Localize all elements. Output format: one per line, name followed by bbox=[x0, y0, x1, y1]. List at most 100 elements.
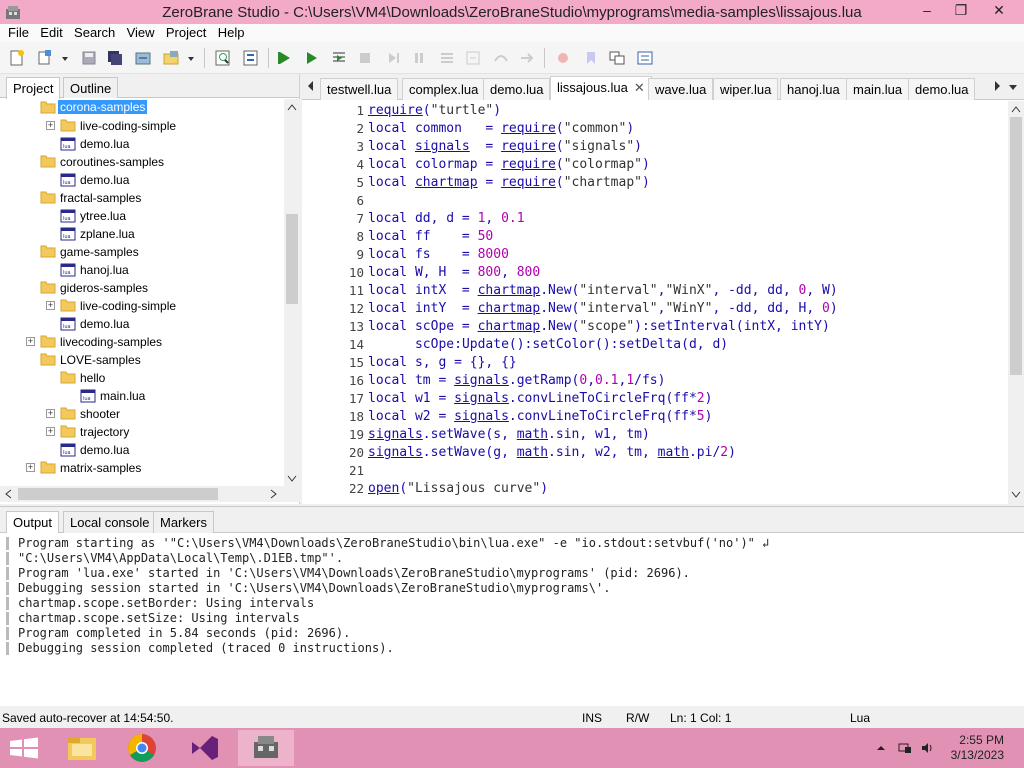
code-line[interactable]: 21 bbox=[302, 463, 1008, 481]
tree-file[interactable]: lua demo.lua bbox=[60, 171, 284, 189]
new-file-icon[interactable] bbox=[8, 49, 26, 67]
tree-folder[interactable]: gideros-samples bbox=[40, 279, 284, 297]
code-line[interactable]: 6 bbox=[302, 193, 1008, 211]
code-line[interactable]: 22 open("Lissajous curve") bbox=[302, 481, 1008, 499]
step-next-icon[interactable] bbox=[518, 49, 536, 67]
menu-search[interactable]: Search bbox=[66, 24, 115, 40]
scroll-up-icon[interactable] bbox=[1011, 105, 1021, 113]
scroll-right-icon[interactable] bbox=[270, 489, 278, 499]
project-tree-scroll-thumb[interactable] bbox=[286, 214, 298, 304]
code-editor[interactable]: 1 require("turtle") 2 local common = requir… bbox=[302, 101, 1008, 504]
tab-project[interactable]: Project bbox=[6, 77, 61, 99]
project-tree-hscroll-thumb[interactable] bbox=[18, 488, 218, 500]
code-line[interactable]: 9 local fs = 8000 bbox=[302, 247, 1008, 265]
menu-view[interactable]: View bbox=[119, 24, 155, 40]
code-line[interactable]: 17 local w1 = signals.convLineToCircleFrq… bbox=[302, 391, 1008, 409]
tab-demo-2[interactable]: demo.lua bbox=[908, 78, 976, 100]
tree-folder[interactable]: + live-coding-simple bbox=[46, 297, 284, 315]
network-icon[interactable] bbox=[898, 741, 912, 755]
minimize-button[interactable]: ‒ bbox=[912, 0, 942, 22]
output-console[interactable]: Program starting as '"C:\Users\VM4\Downl… bbox=[0, 534, 1024, 707]
code-line[interactable]: 1 require("turtle") bbox=[302, 103, 1008, 121]
breakpoint-icon[interactable] bbox=[554, 49, 572, 67]
code-line[interactable]: 2 local common = require("common") bbox=[302, 121, 1008, 139]
code-line[interactable]: 18 local w2 = signals.convLineToCircleFrq… bbox=[302, 409, 1008, 427]
volume-icon[interactable] bbox=[920, 741, 934, 755]
code-line[interactable]: 10 local W, H = 800, 800 bbox=[302, 265, 1008, 283]
tab-local-console[interactable]: Local console bbox=[63, 511, 157, 533]
find-icon[interactable] bbox=[214, 49, 232, 67]
tree-folder[interactable]: fractal-samples bbox=[40, 189, 284, 207]
step-out-icon[interactable] bbox=[438, 49, 456, 67]
file-explorer-icon[interactable] bbox=[54, 730, 110, 766]
code-line[interactable]: 8 local ff = 50 bbox=[302, 229, 1008, 247]
tab-wave[interactable]: wave.lua bbox=[648, 78, 714, 100]
tree-folder[interactable]: + livecoding-samples bbox=[26, 333, 284, 351]
break-icon[interactable] bbox=[464, 49, 482, 67]
tab-hanoj[interactable]: hanoj.lua bbox=[780, 78, 847, 100]
tree-folder[interactable]: game-samples bbox=[40, 243, 284, 261]
run-project-icon[interactable] bbox=[276, 49, 294, 67]
visual-studio-icon[interactable] bbox=[176, 730, 232, 766]
expand-toggle-icon[interactable]: + bbox=[26, 463, 35, 472]
tree-file[interactable]: lua demo.lua bbox=[60, 441, 284, 459]
expand-toggle-icon[interactable]: + bbox=[46, 409, 55, 418]
menu-project[interactable]: Project bbox=[158, 24, 206, 40]
stack-window-icon[interactable] bbox=[608, 49, 626, 67]
chrome-icon[interactable] bbox=[114, 730, 170, 766]
tree-folder[interactable]: hello bbox=[60, 369, 284, 387]
tab-wiper[interactable]: wiper.lua bbox=[713, 78, 779, 100]
scroll-down-icon[interactable] bbox=[287, 475, 297, 483]
open-file-icon[interactable] bbox=[36, 49, 54, 67]
code-line[interactable]: 11 local intX = chartmap.New("interval","… bbox=[302, 283, 1008, 301]
scroll-left-icon[interactable] bbox=[4, 489, 12, 499]
code-line[interactable]: 5 local chartmap = require("chartmap") bbox=[302, 175, 1008, 193]
step-into-icon[interactable] bbox=[384, 49, 402, 67]
recent-projects-icon[interactable] bbox=[162, 49, 180, 67]
toggle-breakpoint-icon[interactable] bbox=[492, 49, 510, 67]
tab-main[interactable]: main.lua bbox=[846, 78, 910, 100]
scroll-up-icon[interactable] bbox=[287, 103, 297, 111]
code-line[interactable]: 19 signals.setWave(s, math.sin, w1, tm) bbox=[302, 427, 1008, 445]
tree-folder[interactable]: + live-coding-simple bbox=[46, 117, 284, 135]
expand-toggle-icon[interactable]: + bbox=[46, 121, 55, 130]
expand-toggle-icon[interactable]: + bbox=[26, 337, 35, 346]
open-dropdown-icon[interactable] bbox=[60, 49, 70, 67]
scroll-down-icon[interactable] bbox=[1011, 491, 1021, 499]
code-line[interactable]: 20 signals.setWave(g, math.sin, w2, tm, m… bbox=[302, 445, 1008, 463]
tab-demo[interactable]: demo.lua bbox=[483, 78, 551, 100]
menu-edit[interactable]: Edit bbox=[32, 24, 62, 40]
system-clock[interactable]: 2:55 PM 3/13/2023 bbox=[951, 733, 1004, 763]
project-tree-vertical-scrollbar[interactable] bbox=[284, 99, 300, 486]
tabs-scroll-left-icon[interactable] bbox=[306, 80, 314, 92]
tree-file[interactable]: lua main.lua bbox=[80, 387, 284, 405]
editor-vertical-scrollbar[interactable] bbox=[1008, 101, 1024, 504]
save-all-icon[interactable] bbox=[106, 49, 124, 67]
menu-file[interactable]: File bbox=[0, 24, 29, 40]
windows-start-icon[interactable] bbox=[0, 730, 56, 766]
code-line[interactable]: 4 local colormap = require("colormap") bbox=[302, 157, 1008, 175]
tab-testwell[interactable]: testwell.lua bbox=[320, 78, 399, 100]
close-window-button[interactable]: ✕ bbox=[984, 0, 1014, 22]
watch-window-icon[interactable] bbox=[636, 49, 654, 67]
tree-file[interactable]: lua demo.lua bbox=[60, 135, 284, 153]
tab-output[interactable]: Output bbox=[6, 511, 60, 533]
bookmark-icon[interactable] bbox=[582, 49, 600, 67]
tree-folder[interactable]: coroutines-samples bbox=[40, 153, 284, 171]
project-tree-horizontal-scrollbar[interactable] bbox=[0, 486, 300, 502]
save-icon[interactable] bbox=[80, 49, 98, 67]
expand-toggle-icon[interactable]: + bbox=[46, 427, 55, 436]
close-tab-icon[interactable]: ✕ bbox=[634, 80, 645, 95]
stop-icon[interactable] bbox=[356, 49, 374, 67]
tree-folder[interactable]: LOVE-samples bbox=[40, 351, 284, 369]
code-line[interactable]: 12 local intY = chartmap.New("interval","… bbox=[302, 301, 1008, 319]
tree-file[interactable]: lua demo.lua bbox=[60, 315, 284, 333]
code-line[interactable]: 7 local dd, d = 1, 0.1 bbox=[302, 211, 1008, 229]
tree-folder[interactable]: + trajectory bbox=[46, 423, 284, 441]
code-line[interactable]: 16 local tm = signals.getRamp(0,0.1,1/fs) bbox=[302, 373, 1008, 391]
maximize-button[interactable]: ❐ bbox=[946, 0, 976, 22]
tabs-menu-icon[interactable] bbox=[1008, 84, 1018, 92]
tree-file[interactable]: lua hanoj.lua bbox=[60, 261, 284, 279]
tree-file[interactable]: lua zplane.lua bbox=[60, 225, 284, 243]
replace-icon[interactable] bbox=[242, 49, 260, 67]
